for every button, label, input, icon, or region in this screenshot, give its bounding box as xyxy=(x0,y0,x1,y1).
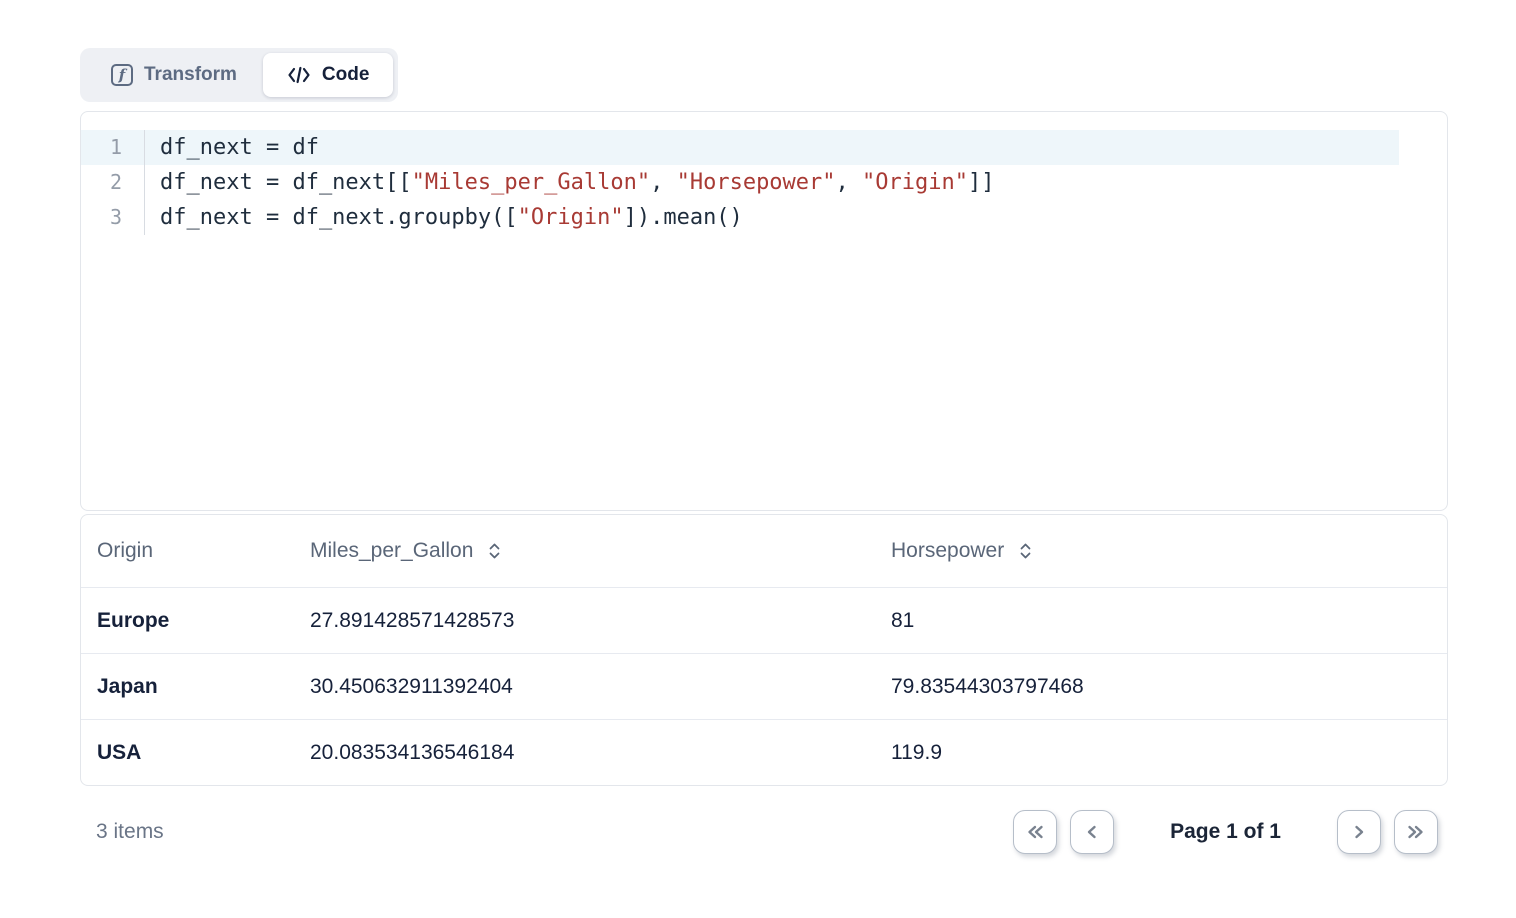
first-page-button[interactable] xyxy=(1013,810,1057,854)
line-number: 2 xyxy=(81,165,144,200)
cell-horsepower: 119.9 xyxy=(891,741,1447,765)
column-label: Origin xyxy=(97,539,153,563)
table-header-row: Origin Miles_per_Gallon Horsepower xyxy=(81,515,1447,587)
cell-origin: USA xyxy=(81,741,310,765)
code-line-3[interactable]: df_next = df_next.groupby(["Origin"]).me… xyxy=(145,200,1399,235)
pagination-controls: Page 1 of 1 xyxy=(1013,810,1438,854)
cell-horsepower: 81 xyxy=(891,609,1447,633)
chevron-left-icon xyxy=(1082,822,1102,842)
line-number-gutter: 1 2 3 xyxy=(81,130,145,235)
code-editor[interactable]: 1 2 3 df_next = df df_next = df_next[["M… xyxy=(80,111,1448,511)
next-page-button[interactable] xyxy=(1337,810,1381,854)
cell-mpg: 20.083534136546184 xyxy=(310,741,891,765)
string-literal: "Horsepower" xyxy=(677,170,836,195)
sort-icon[interactable] xyxy=(1018,542,1033,560)
cell-mpg: 30.450632911392404 xyxy=(310,675,891,699)
table-row: Europe 27.891428571428573 81 xyxy=(81,587,1447,653)
tab-code[interactable]: Code xyxy=(263,53,394,97)
transform-widget: f Transform Code 1 2 3 df_next = df df_n… xyxy=(80,48,1448,866)
last-page-button[interactable] xyxy=(1394,810,1438,854)
code-text: df_next = df xyxy=(160,135,319,160)
code-text: , xyxy=(650,170,677,195)
code-line-1[interactable]: df_next = df xyxy=(145,130,1399,165)
code-content[interactable]: df_next = df df_next = df_next[["Miles_p… xyxy=(145,130,1399,510)
string-literal: "Origin" xyxy=(862,170,968,195)
tab-code-label: Code xyxy=(322,64,370,86)
sort-icon[interactable] xyxy=(487,542,502,560)
cell-mpg: 27.891428571428573 xyxy=(310,609,891,633)
line-number: 3 xyxy=(81,200,144,235)
code-text: df_next = df_next[[ xyxy=(160,170,412,195)
cell-horsepower: 79.83544303797468 xyxy=(891,675,1447,699)
code-text: , xyxy=(836,170,863,195)
double-chevron-right-icon xyxy=(1405,822,1427,842)
string-literal: "Origin" xyxy=(518,205,624,230)
page-indicator: Page 1 of 1 xyxy=(1170,820,1281,844)
code-icon xyxy=(287,64,311,86)
cell-origin: Europe xyxy=(81,609,310,633)
table-footer: 3 items Page 1 of 1 xyxy=(80,798,1448,866)
chevron-right-icon xyxy=(1349,822,1369,842)
column-label: Horsepower xyxy=(891,539,1004,563)
code-text: df_next = df_next.groupby([ xyxy=(160,205,518,230)
column-header-origin: Origin xyxy=(81,539,310,563)
column-label: Miles_per_Gallon xyxy=(310,539,473,563)
table-row: USA 20.083534136546184 119.9 xyxy=(81,719,1447,785)
column-header-horsepower[interactable]: Horsepower xyxy=(891,539,1447,563)
code-text: ]).mean() xyxy=(624,205,743,230)
double-chevron-left-icon xyxy=(1024,822,1046,842)
cell-origin: Japan xyxy=(81,675,310,699)
code-line-2[interactable]: df_next = df_next[["Miles_per_Gallon", "… xyxy=(145,165,1399,200)
tab-transform-label: Transform xyxy=(144,64,237,86)
column-header-miles-per-gallon[interactable]: Miles_per_Gallon xyxy=(310,539,891,563)
view-mode-tabs: f Transform Code xyxy=(80,48,398,102)
string-literal: "Miles_per_Gallon" xyxy=(412,170,650,195)
code-text: ]] xyxy=(968,170,995,195)
line-number: 1 xyxy=(81,130,144,165)
tab-transform[interactable]: f Transform xyxy=(85,53,263,97)
prev-page-button[interactable] xyxy=(1070,810,1114,854)
table-row: Japan 30.450632911392404 79.835443037974… xyxy=(81,653,1447,719)
items-count: 3 items xyxy=(96,820,164,844)
result-table: Origin Miles_per_Gallon Horsepower xyxy=(80,514,1448,786)
function-icon: f xyxy=(111,64,133,86)
